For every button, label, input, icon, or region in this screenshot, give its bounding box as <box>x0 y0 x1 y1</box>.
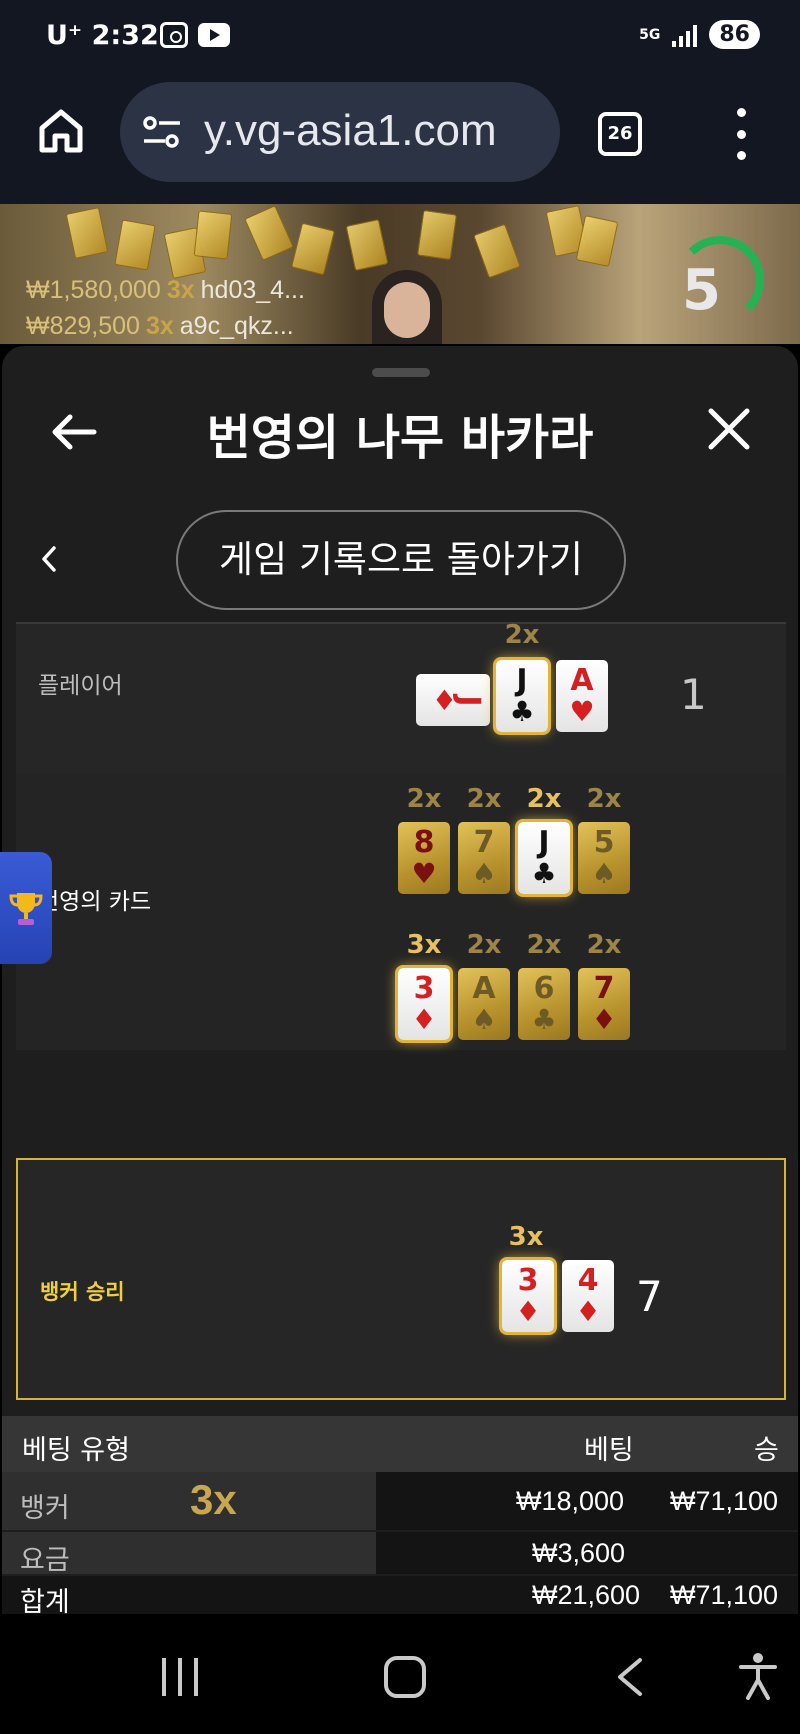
prosperity-card: 6 ♣ <box>518 968 570 1040</box>
prosperity-label: 번영의 카드 <box>38 889 152 915</box>
chevron-left-icon[interactable] <box>36 542 62 576</box>
banker-total: 7 <box>636 1272 663 1321</box>
home-icon[interactable] <box>36 106 86 156</box>
prosperity-mult: 2x <box>406 784 442 814</box>
banker-card-2: 4 ♦ <box>562 1260 614 1332</box>
recent-apps-icon[interactable] <box>162 1658 198 1696</box>
row-win: ₩71,100 <box>670 1486 779 1516</box>
prosperity-mult: 2x <box>526 930 562 960</box>
prosperity-card-highlight: 3 ♦ <box>398 968 450 1040</box>
prosperity-card: 5 ♠ <box>578 822 630 894</box>
network-icon: 5G <box>639 26 661 43</box>
browser-toolbar: y.vg-asia1.com 26 <box>0 72 800 204</box>
accessibility-icon[interactable] <box>738 1652 778 1702</box>
row-multiplier: 3x <box>190 1476 237 1523</box>
drag-handle[interactable] <box>372 368 430 377</box>
live-stream-video[interactable]: ₩1,580,000 3x hd03_4... ₩829,500 3x a9c_qkz.… <box>0 204 800 344</box>
row-type: 요금 <box>20 1545 70 1576</box>
prosperity-mult: 2x <box>466 930 502 960</box>
carrier-time: U⁺ 2:32 <box>46 20 159 51</box>
back-icon[interactable] <box>612 1656 648 1698</box>
banker-card-1: 3 ♦ <box>502 1260 554 1332</box>
site-settings-icon[interactable] <box>142 114 182 150</box>
header-bet-type: 베팅 유형 <box>22 1435 130 1466</box>
prosperity-mult: 2x <box>526 784 562 814</box>
tab-switcher-button[interactable]: 26 <box>598 112 642 156</box>
countdown-number: 5 <box>682 258 721 323</box>
row-type: 뱅커 <box>20 1493 70 1524</box>
player-card-2: J ♣ <box>496 660 548 732</box>
player-total: 1 <box>680 670 707 719</box>
stream-bet-1: ₩1,580,000 3x hd03_4... <box>26 276 305 304</box>
system-nav-bar <box>0 1614 800 1734</box>
row-bet: ₩3,600 <box>532 1538 626 1568</box>
prosperity-card: A ♠ <box>458 968 510 1040</box>
prosperity-card: 7 ♠ <box>458 822 510 894</box>
table-row: 요금 ₩3,600 <box>2 1532 798 1576</box>
youtube-icon <box>198 23 230 47</box>
header-win: 승 <box>754 1435 779 1465</box>
back-to-history-button[interactable]: 게임 기록으로 돌아가기 <box>176 510 626 610</box>
address-bar[interactable]: y.vg-asia1.com <box>120 82 560 182</box>
prosperity-card-highlight: J ♣ <box>518 822 570 894</box>
screen-capture-icon <box>160 22 188 48</box>
prosperity-card: 8 ♥ <box>398 822 450 894</box>
banker-win-label: 뱅커 승리 <box>40 1280 125 1304</box>
table-header: 베팅 유형 베팅 승 <box>2 1416 798 1472</box>
stream-bet-2: ₩829,500 3x a9c_qkz... <box>26 312 294 340</box>
row-win: ₩71,100 <box>670 1580 779 1610</box>
table-row: 뱅커 3x ₩18,000 ₩71,100 <box>2 1472 798 1530</box>
player-card-3: A ♥ <box>556 660 608 732</box>
player-card-1: ♦J <box>416 674 490 726</box>
trophy-tab[interactable] <box>0 852 52 964</box>
player-section: 플레이어 2x ♦J J ♣ A ♥ 1 <box>16 620 786 774</box>
prosperity-card: 7 ♦ <box>578 968 630 1040</box>
panel-title: 번영의 나무 바카라 <box>206 410 594 466</box>
prosperity-mult: 3x <box>406 930 442 960</box>
table-row: 합계 ₩21,600 ₩71,100 <box>2 1576 798 1618</box>
close-icon[interactable] <box>706 406 752 452</box>
prosperity-mult: 2x <box>586 930 622 960</box>
battery-indicator: 86 <box>709 20 760 49</box>
player-label: 플레이어 <box>38 673 123 699</box>
prosperity-section: 번영의 카드 2x 2x 2x 2x 8 ♥ 7 ♠ J ♣ 5 ♠ 3x 2x 2x … <box>16 774 786 1050</box>
signal-icon <box>672 23 698 47</box>
status-bar: U⁺ 2:32 5G 86 <box>0 0 800 72</box>
url-text[interactable]: y.vg-asia1.com <box>204 106 497 156</box>
home-button-icon[interactable] <box>384 1656 426 1698</box>
player-multiplier: 2x <box>504 620 540 650</box>
header-bet: 베팅 <box>584 1435 634 1465</box>
row-bet: ₩21,600 <box>532 1580 641 1610</box>
banker-multiplier: 3x <box>508 1222 544 1252</box>
trophy-icon <box>9 893 43 925</box>
prosperity-mult: 2x <box>586 784 622 814</box>
banker-win-section: 뱅커 승리 3x 3 ♦ 4 ♦ 7 <box>16 1158 786 1400</box>
more-options-icon[interactable] <box>726 108 756 160</box>
prosperity-mult: 2x <box>466 784 502 814</box>
row-bet: ₩18,000 <box>516 1486 625 1516</box>
